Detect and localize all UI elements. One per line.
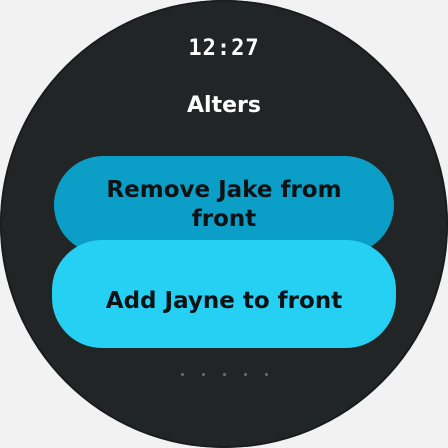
scroll-dot bbox=[264, 373, 268, 376]
add-to-front-label: Add Jayne to front bbox=[105, 287, 343, 314]
scroll-dot bbox=[222, 373, 226, 376]
remove-from-front-label: Remove Jake from front bbox=[106, 177, 342, 232]
watch-screen: 12:27 Alters Remove Jake from front Add … bbox=[0, 0, 448, 448]
add-to-front-button[interactable]: Add Jayne to front bbox=[52, 240, 396, 348]
scroll-dot bbox=[180, 373, 184, 376]
scroll-dot bbox=[201, 373, 205, 376]
clock-time: 12:27 bbox=[188, 36, 260, 61]
scroll-indicator bbox=[0, 373, 448, 376]
scroll-dot bbox=[243, 373, 247, 376]
screen-title: Alters bbox=[187, 93, 261, 118]
